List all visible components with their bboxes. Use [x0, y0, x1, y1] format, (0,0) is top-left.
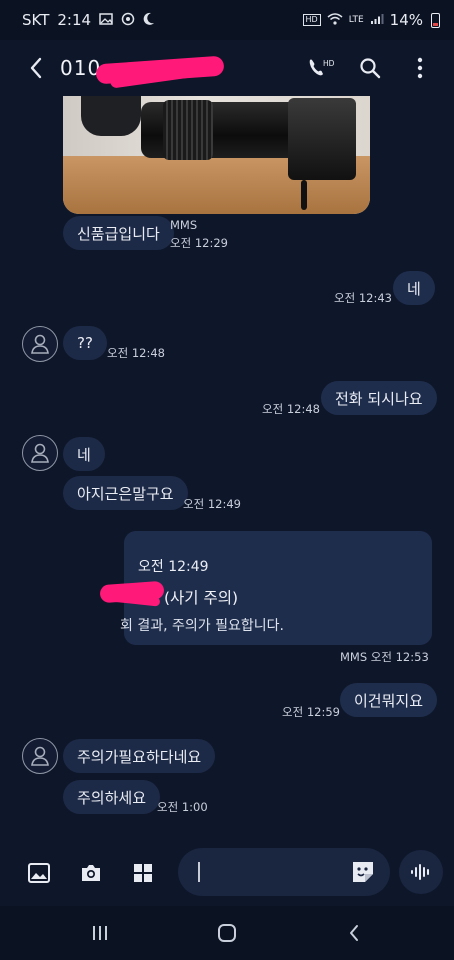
- message-bubble-outgoing[interactable]: 전화 되시나요: [321, 381, 437, 415]
- camera-icon: [82, 865, 100, 881]
- message-text: 이건뭐지요: [354, 691, 424, 710]
- wifi-icon: [327, 12, 343, 28]
- message-composer: [0, 842, 454, 906]
- more-options-button[interactable]: [400, 48, 440, 88]
- sync-notification-icon: [121, 12, 135, 29]
- text-cursor: [198, 862, 200, 882]
- back-nav-icon: [350, 925, 358, 941]
- message-input[interactable]: [178, 848, 390, 896]
- do-not-disturb-moon-icon: [143, 12, 155, 29]
- search-button[interactable]: [350, 48, 390, 88]
- system-navigation-bar: [0, 906, 454, 960]
- message-text: 네: [77, 445, 91, 464]
- image-notification-icon: [99, 12, 113, 28]
- back-button[interactable]: [20, 48, 52, 88]
- message-list[interactable]: 신품급입니다 MMS 오전 12:29 네 오전 12:43 ?? 오전 12:…: [0, 96, 454, 842]
- recents-icon: [93, 926, 107, 940]
- recents-button[interactable]: [80, 918, 120, 948]
- message-bubble-outgoing[interactable]: 네: [393, 271, 435, 305]
- message-text: 주의하세요: [77, 788, 147, 807]
- person-icon: [31, 746, 49, 766]
- message-bubble-outgoing[interactable]: 이건뭐지요: [340, 683, 438, 717]
- message-text: 네: [407, 279, 421, 298]
- signal-icon: [370, 13, 384, 28]
- conversation-header: 010 HD: [0, 40, 454, 96]
- home-icon: [218, 924, 236, 942]
- message-text: 주의가필요하다네요: [77, 747, 202, 766]
- message-time: 오전 12:48: [107, 346, 165, 360]
- message-time: MMS 오전 12:53: [340, 650, 429, 664]
- message-time: 오전 12:43: [334, 291, 392, 305]
- search-icon: [360, 58, 381, 79]
- message-text: 아지근은말구요: [77, 484, 174, 503]
- gallery-button[interactable]: [22, 856, 56, 890]
- hd-call-icon: HD: [309, 59, 334, 76]
- hd-call-button[interactable]: HD: [300, 48, 340, 88]
- camera-button[interactable]: [74, 856, 108, 890]
- spam-warning-body: 회 결과, 주의가 필요합니다.: [120, 618, 284, 634]
- message-bubble-incoming[interactable]: ??: [63, 326, 107, 360]
- message-time: 오전 12:29: [170, 236, 228, 250]
- message-time: 오전 12:59: [282, 705, 340, 719]
- contact-avatar[interactable]: [22, 435, 58, 471]
- contact-avatar[interactable]: [22, 738, 58, 774]
- mms-photo-camera-lens[interactable]: [63, 96, 370, 214]
- gallery-icon: [28, 863, 50, 883]
- hd-voice-icon: HD: [302, 14, 321, 26]
- more-icon: [417, 57, 423, 79]
- status-bar: SKT 2:14 HD LTE 14%: [0, 0, 454, 40]
- svg-text:HD: HD: [323, 59, 334, 68]
- message-bubble-incoming[interactable]: 주의가필요하다네요: [63, 739, 216, 773]
- message-text: ??: [77, 334, 93, 352]
- message-type-label: MMS: [170, 218, 198, 232]
- message-text: 전화 되시나요: [335, 389, 423, 408]
- voice-icon: [411, 864, 429, 880]
- lte-label: LTE: [348, 15, 364, 25]
- apps-icon: [134, 864, 152, 882]
- message-bubble-incoming[interactable]: 신품급입니다: [63, 216, 174, 250]
- battery-percent: 14%: [389, 11, 423, 29]
- message-time: 오전 12:49: [183, 497, 241, 511]
- apps-button[interactable]: [126, 856, 160, 890]
- battery-icon: [431, 12, 440, 28]
- message-time: 오전 1:00: [157, 800, 208, 814]
- message-time: 오전 12:48: [262, 402, 320, 416]
- contact-avatar[interactable]: [22, 326, 58, 362]
- spam-warning-title: (사기 주의): [164, 589, 239, 607]
- message-text: 신품급입니다: [77, 224, 160, 243]
- person-icon: [31, 334, 49, 354]
- system-back-button[interactable]: [334, 918, 374, 948]
- phone-number-text: 010: [60, 56, 102, 80]
- clock: 2:14: [57, 11, 92, 29]
- message-bubble-incoming[interactable]: 아지근은말구요: [63, 476, 188, 510]
- carrier-label: SKT: [22, 11, 50, 29]
- card-time: 오전 12:49: [138, 559, 209, 575]
- back-icon: [30, 57, 42, 79]
- message-bubble-incoming[interactable]: 네: [63, 437, 105, 471]
- home-button[interactable]: [207, 918, 247, 948]
- person-icon: [31, 443, 49, 463]
- sticker-button[interactable]: [350, 859, 376, 885]
- message-bubble-incoming[interactable]: 주의하세요: [63, 780, 161, 814]
- contact-number[interactable]: 010: [60, 55, 225, 89]
- voice-input-button[interactable]: [399, 850, 443, 894]
- sticker-icon: [353, 862, 373, 882]
- spam-warning-card[interactable]: 오전 12:49 (사기 주의) 회 결과, 주의가 필요합니다.: [99, 531, 432, 645]
